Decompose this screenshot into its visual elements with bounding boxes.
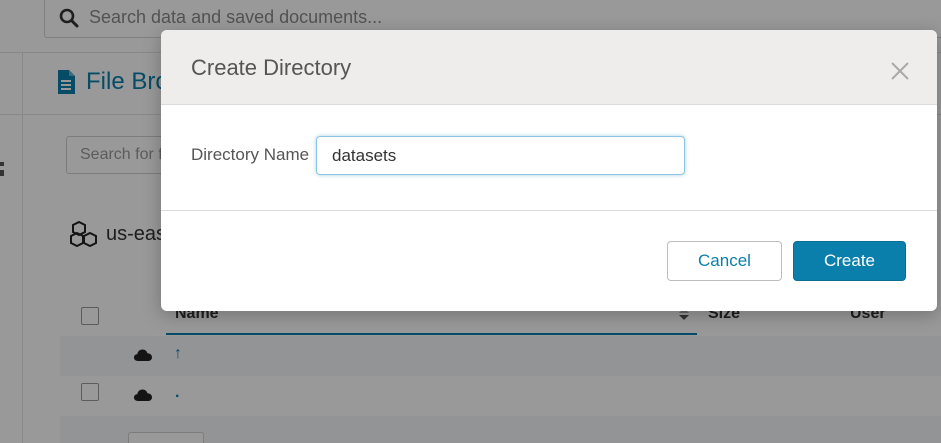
cancel-button[interactable]: Cancel <box>667 241 782 281</box>
app-root: Search data and saved documents... File … <box>0 0 941 443</box>
create-directory-dialog: Create Directory Directory Name Cancel C… <box>161 30 937 311</box>
dialog-header: Create Directory <box>161 30 937 105</box>
create-button[interactable]: Create <box>793 241 906 281</box>
dialog-title: Create Directory <box>191 55 352 80</box>
dialog-footer-divider <box>161 210 937 211</box>
close-icon[interactable] <box>889 60 911 82</box>
directory-name-label: Directory Name <box>191 145 310 164</box>
directory-name-input[interactable] <box>316 136 685 175</box>
